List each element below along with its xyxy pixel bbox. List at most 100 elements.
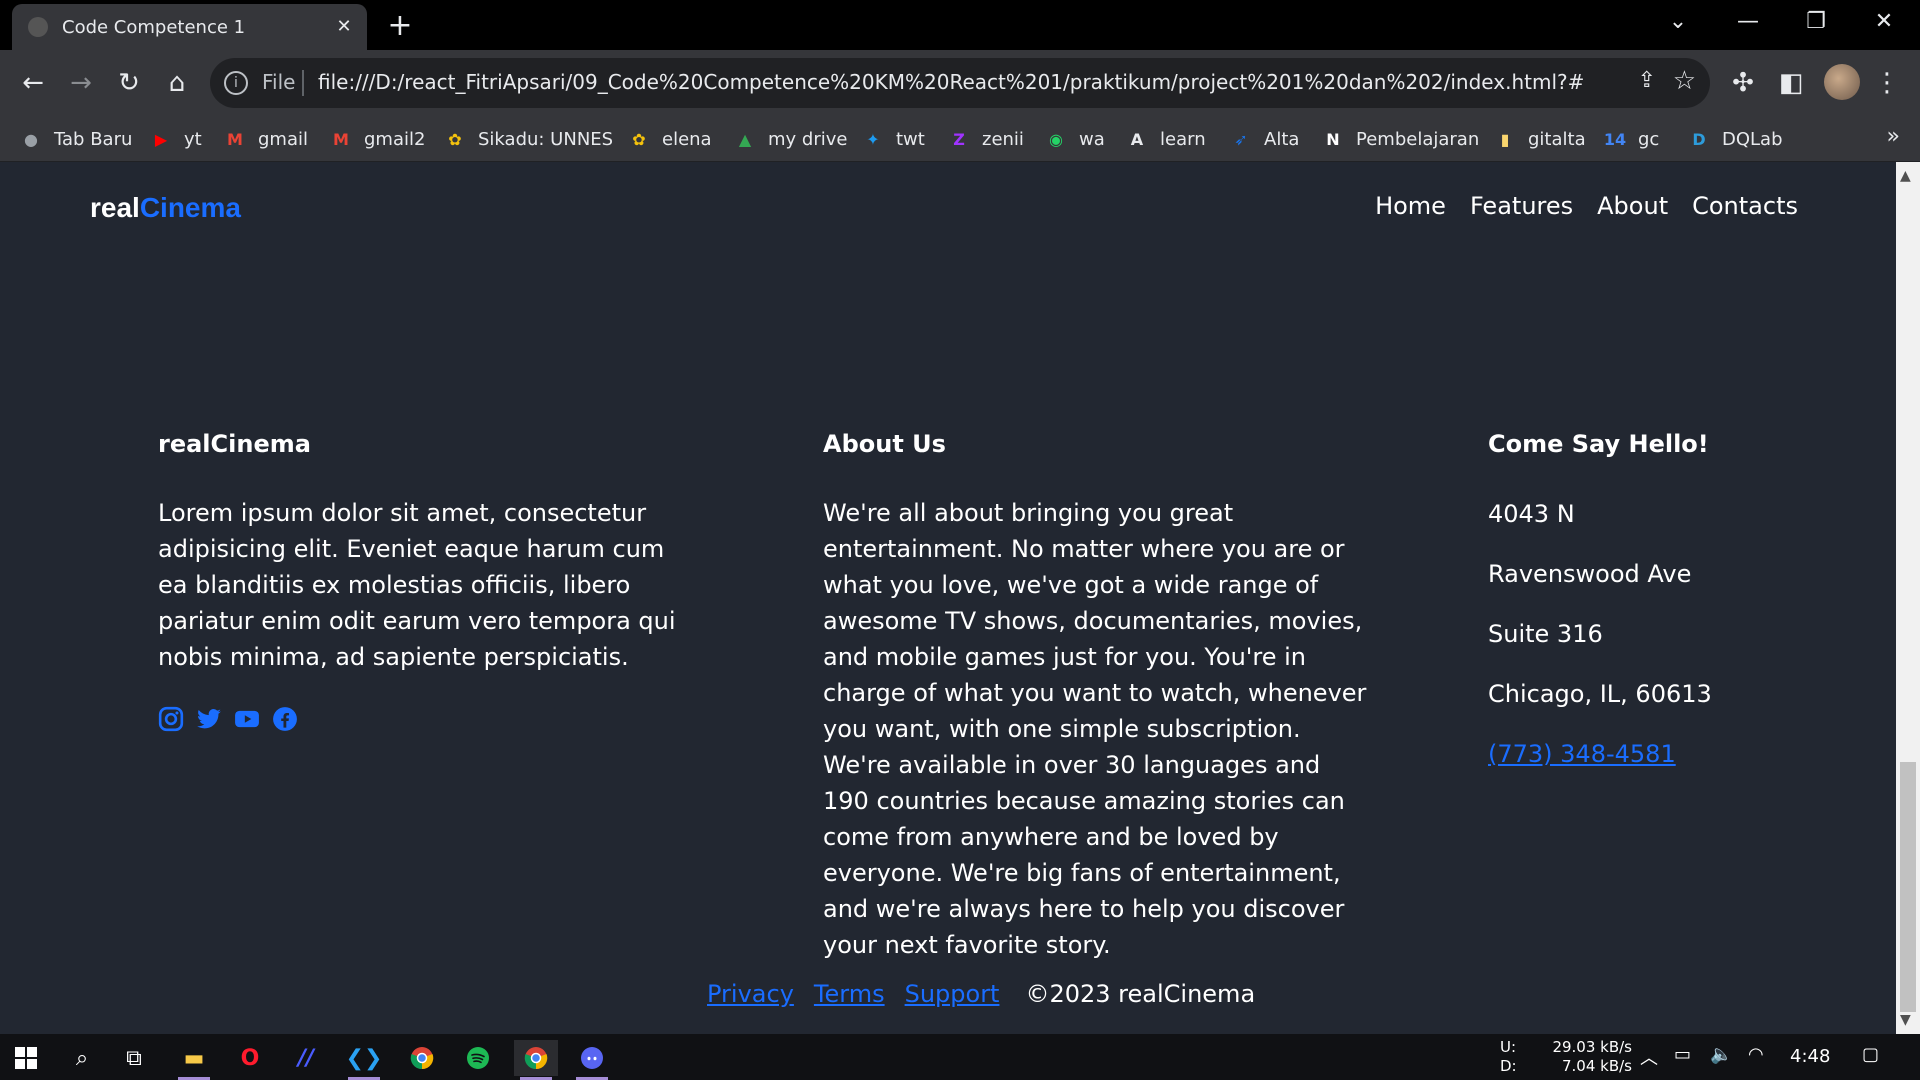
bookmark-gc[interactable]: 14 gc	[1604, 124, 1659, 154]
terms-link[interactable]: Terms	[814, 980, 885, 1008]
bookmark-elena[interactable]: ✿ elena	[628, 124, 711, 154]
brand-part-real: real	[90, 192, 140, 223]
forward-icon[interactable]: →	[62, 64, 100, 102]
net-down-value: 7.04 kB/s	[1561, 1057, 1632, 1075]
tab-favicon-icon	[28, 17, 48, 37]
bookmark-my-drive[interactable]: ▲ my drive	[734, 124, 848, 154]
home-icon[interactable]: ⌂	[158, 64, 196, 102]
nav-features[interactable]: Features	[1470, 192, 1573, 220]
site-info-icon[interactable]: i	[224, 71, 248, 95]
search-icon[interactable]: ⌕	[60, 1040, 104, 1076]
restore-button[interactable]: ❐	[1782, 0, 1850, 44]
support-link[interactable]: Support	[905, 980, 1000, 1008]
footer-col-about-text: We're all about bringing you great enter…	[823, 499, 1367, 959]
bookmarks-overflow-icon[interactable]: »	[1887, 124, 1900, 149]
youtube-icon[interactable]	[234, 706, 260, 732]
clock[interactable]: 4:48	[1790, 1046, 1830, 1067]
nav-about[interactable]: About	[1597, 192, 1668, 220]
bookmark-label: zenii	[982, 128, 1024, 150]
bookmark-zenii[interactable]: Zzenii	[948, 124, 1024, 154]
bookmark-twt[interactable]: ✦ twt	[862, 124, 925, 154]
editor-icon[interactable]: //	[284, 1040, 328, 1076]
whatsapp-icon: ◉	[1049, 129, 1063, 149]
bookmark-alta[interactable]: ➶ Alta	[1230, 124, 1299, 154]
page-content: realCinema Home Features About Contacts …	[0, 162, 1896, 1034]
browser-toolbar: ← → ↻ ⌂ i File file:///D:/react_FitriAps…	[0, 50, 1920, 116]
extensions-icon[interactable]: ✣	[1724, 64, 1762, 102]
brand-logo[interactable]: realCinema	[90, 192, 241, 224]
page-scrollbar[interactable]: ▲ ▼	[1896, 162, 1920, 1034]
folder-icon: ▮	[1500, 129, 1510, 149]
zenius-icon: Z	[953, 129, 965, 149]
net-up-value: 29.03 kB/s	[1552, 1038, 1632, 1056]
close-window-button[interactable]: ✕	[1850, 0, 1918, 44]
url-text[interactable]: file:///D:/react_FitriApsari/09_Code%20C…	[318, 70, 1584, 94]
facebook-icon[interactable]	[272, 706, 298, 732]
nav-home[interactable]: Home	[1375, 192, 1446, 220]
discord-icon[interactable]	[570, 1040, 614, 1080]
net-values: 29.03 kB/s 7.04 kB/s	[1552, 1038, 1632, 1076]
bookmark-gmail2[interactable]: Mgmail2	[330, 124, 425, 154]
gmail-icon: M	[227, 129, 243, 149]
address-bar[interactable]: i File file:///D:/react_FitriApsari/09_C…	[210, 58, 1710, 108]
chrome-icon[interactable]	[400, 1040, 444, 1076]
vscode-icon[interactable]: ❮❯	[342, 1040, 386, 1080]
tab-search-icon[interactable]: ⌄	[1644, 0, 1712, 44]
bookmark-label: gmail2	[364, 128, 426, 150]
bookmark-label: my drive	[768, 128, 848, 150]
bookmark-dqlab[interactable]: D DQLab	[1688, 124, 1782, 154]
bookmark-label: gitalta	[1528, 128, 1586, 150]
back-icon[interactable]: ←	[14, 64, 52, 102]
side-panel-icon[interactable]: ◧	[1772, 64, 1810, 102]
brand-part-cinema: Cinema	[139, 192, 241, 223]
battery-icon[interactable]: ▭	[1674, 1044, 1691, 1065]
profile-avatar[interactable]	[1824, 64, 1860, 100]
net-labels: U: D:	[1500, 1038, 1517, 1076]
new-tab-button[interactable]: +	[380, 8, 420, 44]
bookmark-sikadu-unnes[interactable]: ✿ Sikadu: UNNES	[444, 124, 613, 154]
url-separator	[302, 70, 304, 96]
scrollbar-thumb[interactable]	[1900, 762, 1916, 1012]
bookmark-gitalta[interactable]: ▮ gitalta	[1494, 124, 1586, 154]
tab-close-icon[interactable]: ✕	[333, 16, 355, 38]
file-explorer-icon[interactable]: ▬	[172, 1040, 216, 1080]
reload-icon[interactable]: ↻	[110, 64, 148, 102]
bookmark-label: Alta	[1264, 128, 1300, 150]
windows-start-icon[interactable]	[4, 1040, 48, 1076]
browser-titlebar: Code Competence 1 ✕ + ⌄ — ❐ ✕	[0, 0, 1920, 50]
phone-link[interactable]: (773) 348-4581	[1488, 740, 1676, 768]
twitter-icon[interactable]	[196, 706, 222, 732]
bookmark-yt[interactable]: ▶ yt	[150, 124, 202, 154]
scroll-down-arrow-icon[interactable]: ▼	[1900, 1012, 1911, 1028]
bookmark-gmail[interactable]: Mgmail	[224, 124, 308, 154]
footer-bottom: Privacy Terms Support ©2023 realCinema	[707, 980, 1255, 1008]
menu-icon[interactable]: ⋮	[1868, 64, 1906, 102]
nav-contacts[interactable]: Contacts	[1692, 192, 1798, 220]
spotify-icon[interactable]	[456, 1040, 500, 1076]
privacy-link[interactable]: Privacy	[707, 980, 794, 1008]
chrome-active-icon[interactable]	[514, 1040, 558, 1080]
notifications-icon[interactable]: ▢	[1862, 1044, 1879, 1065]
twitter-icon: ✦	[866, 129, 880, 149]
bookmark-learn[interactable]: Alearn	[1126, 124, 1206, 154]
alta-icon: ➶	[1234, 129, 1248, 149]
footer-col-brand-title: realCinema	[158, 430, 311, 458]
instagram-icon[interactable]	[158, 706, 184, 732]
address-line-3: Suite 316	[1488, 620, 1603, 648]
dqlab-icon: D	[1692, 129, 1706, 149]
opera-icon[interactable]: O	[228, 1040, 272, 1076]
volume-icon[interactable]: 🔈	[1710, 1044, 1732, 1065]
bookmark-pembelajaran[interactable]: N Pembelajaran	[1322, 124, 1479, 154]
minimize-button[interactable]: —	[1714, 0, 1782, 44]
wifi-icon[interactable]: ◠	[1748, 1044, 1764, 1065]
bookmark-star-icon[interactable]: ☆	[1673, 66, 1696, 96]
bookmark-wa[interactable]: ◉ wa	[1045, 124, 1105, 154]
scroll-up-arrow-icon[interactable]: ▲	[1900, 168, 1911, 184]
share-icon[interactable]: ⇪	[1638, 68, 1656, 93]
browser-tab[interactable]: Code Competence 1 ✕	[12, 4, 367, 50]
tray-chevron-icon[interactable]: ︿	[1640, 1044, 1658, 1070]
bookmark-tab-baru[interactable]: ● Tab Baru	[20, 124, 132, 154]
task-view-icon[interactable]: ⧉	[112, 1040, 156, 1076]
net-up-label: U:	[1500, 1038, 1517, 1056]
bookmark-label: Pembelajaran	[1356, 128, 1480, 150]
